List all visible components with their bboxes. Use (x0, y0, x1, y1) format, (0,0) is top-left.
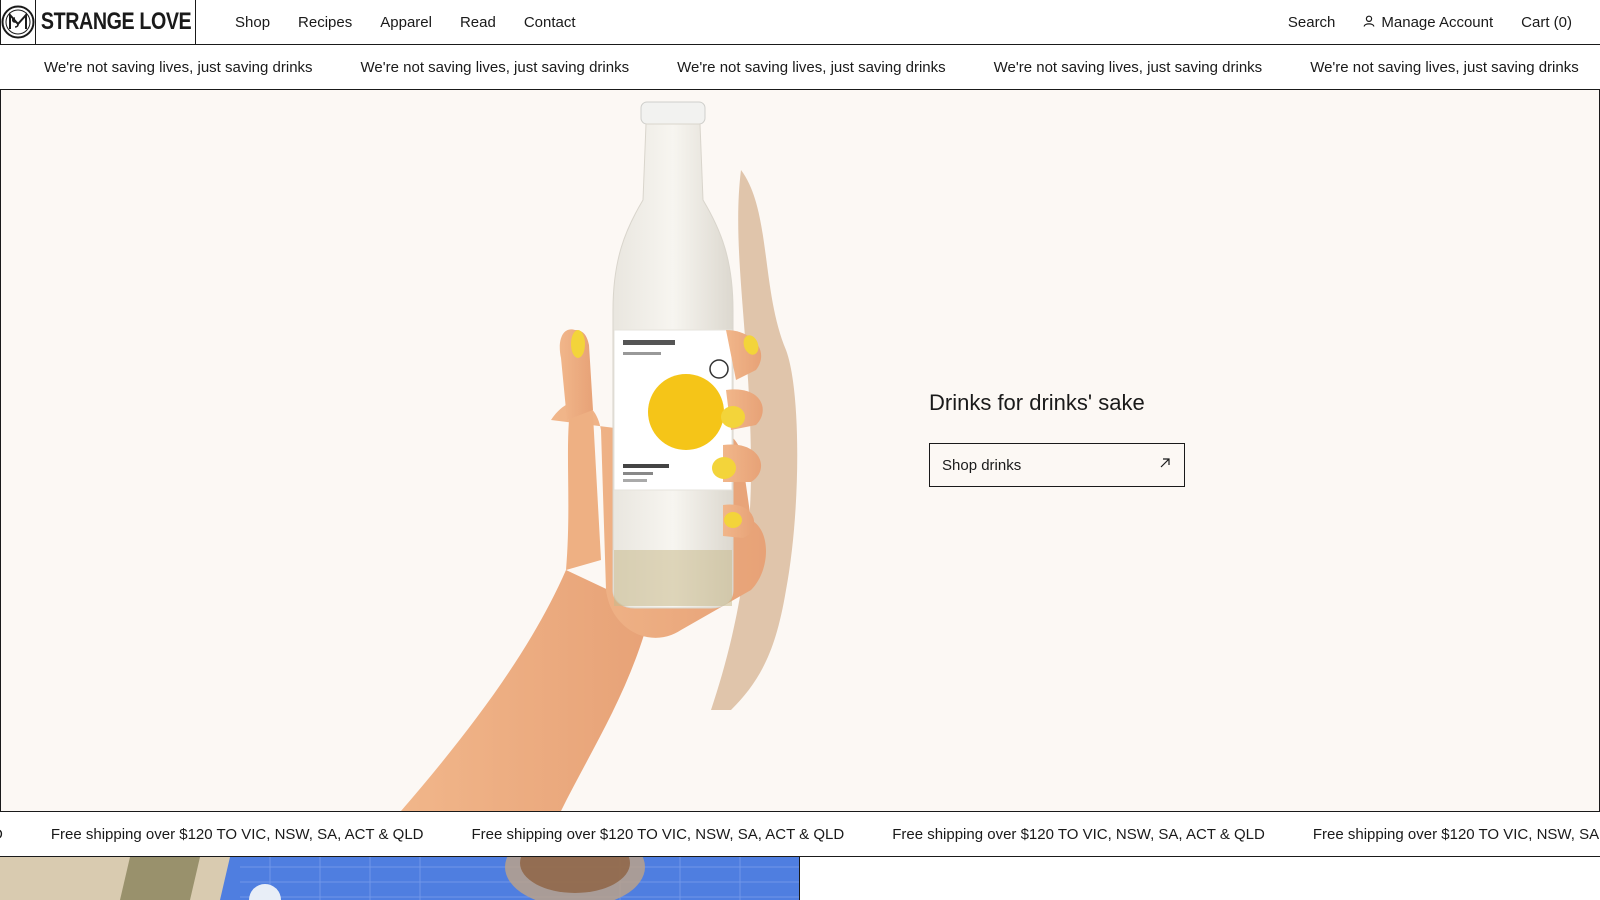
arrow-up-right-icon (1158, 456, 1172, 474)
marquee-item: Free shipping over $120 TO VIC, NSW, SA,… (1312, 825, 1600, 843)
logo-link[interactable]: STRANGE LOVE (0, 0, 196, 45)
shop-drinks-label: Shop drinks (942, 456, 1022, 474)
marquee-item: We're not saving lives, just saving drin… (360, 58, 630, 76)
marquee-track: D Free shipping over $120 TO VIC, NSW, S… (0, 826, 1600, 843)
marquee-item: We're not saving lives, just saving drin… (677, 58, 946, 76)
search-link[interactable]: Search (1288, 14, 1336, 31)
nav-apparel[interactable]: Apparel (380, 14, 432, 31)
marquee-item: We're not saving lives, just saving drin… (1310, 58, 1579, 76)
marquee-item: Free shipping over $120 TO VIC, NSW, SA,… (50, 825, 424, 843)
hero-section: Drinks for drinks' sake Shop drinks (0, 90, 1600, 811)
nav-recipes[interactable]: Recipes (298, 14, 352, 31)
utility-nav: Search Manage Account Cart (0) (1288, 0, 1572, 45)
logo-wordmark: STRANGE LOVE (40, 8, 192, 35)
strange-love-monogram-icon (1, 0, 36, 44)
user-icon (1363, 14, 1375, 31)
announcement-marquee: We're not saving lives, just saving drin… (0, 45, 1600, 90)
site-header: STRANGE LOVE Shop Recipes Apparel Read C… (0, 0, 1600, 45)
marquee-item: D (0, 826, 3, 843)
hero-title: Drinks for drinks' sake (929, 390, 1145, 415)
hero-bottle-image (401, 101, 798, 811)
marquee-item: We're not saving lives, just saving drin… (44, 58, 313, 76)
hero-copy: Drinks for drinks' sake Shop drinks (929, 390, 1185, 487)
main-nav: Shop Recipes Apparel Read Contact (235, 0, 576, 45)
marquee-item: We're not saving lives, just saving drin… (993, 58, 1263, 76)
manage-account-link[interactable]: Manage Account (1363, 14, 1493, 31)
marquee-track: We're not saving lives, just saving drin… (44, 59, 1579, 76)
feature-image (0, 857, 799, 900)
cart-link[interactable]: Cart (0) (1521, 14, 1572, 31)
marquee-item: Free shipping over $120 TO VIC, NSW, SA,… (892, 825, 1265, 843)
nav-read[interactable]: Read (460, 14, 496, 31)
nav-shop[interactable]: Shop (235, 14, 270, 31)
shop-drinks-button[interactable]: Shop drinks (929, 443, 1185, 487)
feature-image-preview (0, 857, 800, 900)
marquee-item: Free shipping over $120 TO VIC, NSW, SA,… (471, 825, 845, 843)
nav-contact[interactable]: Contact (524, 14, 576, 31)
manage-account-label: Manage Account (1381, 14, 1494, 31)
shipping-marquee: D Free shipping over $120 TO VIC, NSW, S… (0, 811, 1600, 857)
